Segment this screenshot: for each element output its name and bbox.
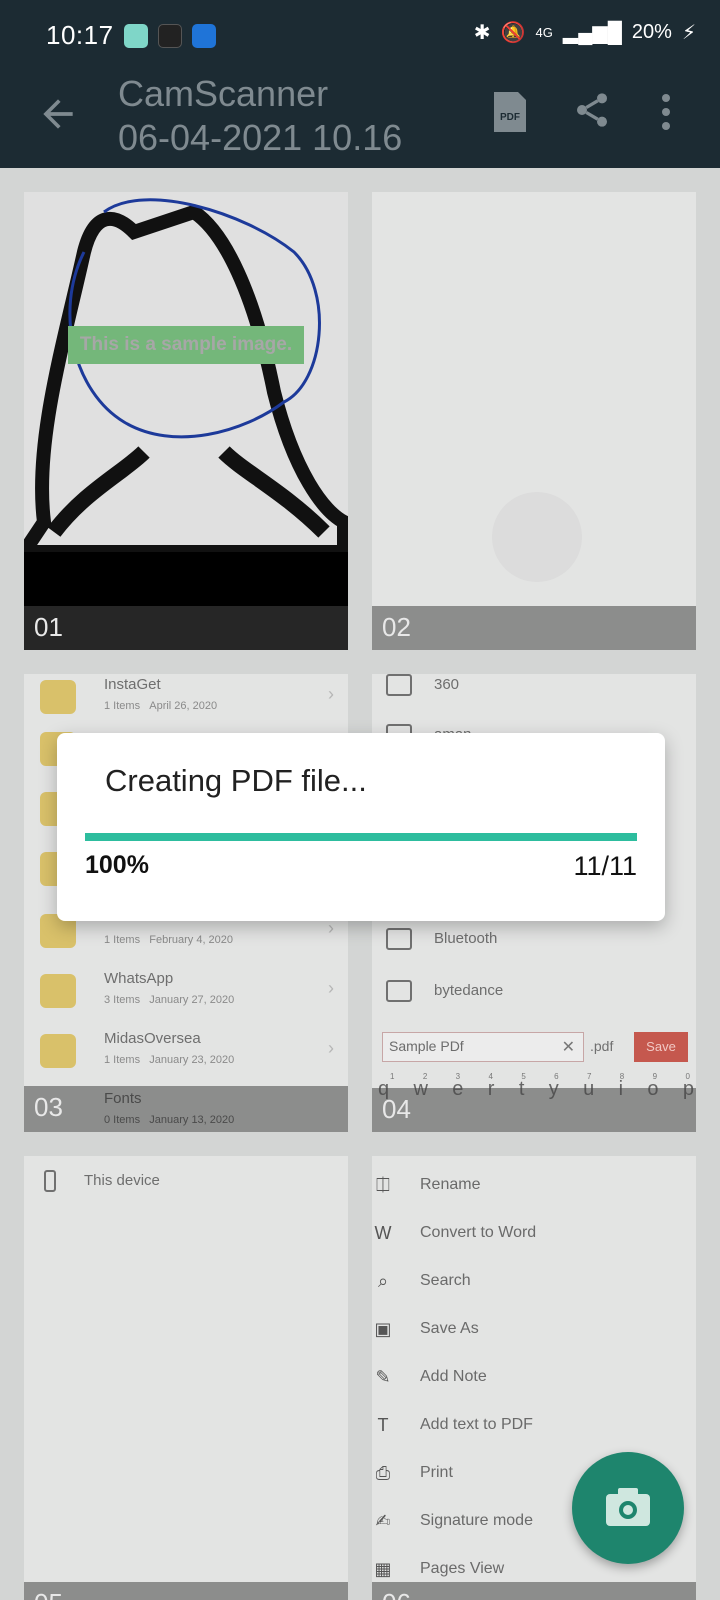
status-bar: 10:17 ✱ 🔕 4G ▂▄▆█ 20% ⚡ — [0, 0, 720, 72]
bluetooth-icon: ✱ — [473, 22, 491, 44]
app-bar: CamScanner 06-04-2021 10.16 PDF — [0, 72, 720, 168]
chevron-right-icon: › — [328, 918, 334, 938]
document-title: CamScanner 06-04-2021 10.16 — [118, 72, 402, 160]
save-button: Save — [634, 1032, 688, 1062]
grid-icon: ▦ — [374, 1559, 392, 1579]
page-thumbnail[interactable]: This device 05 — [24, 1156, 348, 1600]
folder-meta: 3 Items January 27, 2020 — [104, 994, 235, 1006]
folder-name: WhatsApp — [104, 970, 174, 987]
signature-icon: ✍ — [375, 1511, 391, 1531]
progress-bar — [85, 833, 637, 841]
page-number: 02 — [372, 606, 696, 650]
folder-icon — [40, 1034, 76, 1068]
save-icon: ▣ — [374, 1319, 392, 1339]
menu-item-label: Pages View — [420, 1560, 505, 1577]
pdf-icon[interactable]: PDF — [492, 90, 528, 134]
menu-item-label: Print — [420, 1464, 453, 1481]
list-item: InstaGet 1 Items April 26, 2020 › — [40, 676, 340, 736]
list-item: MidasOversea 1 Items January 23, 2020 › — [40, 1030, 340, 1090]
more-options-icon[interactable] — [660, 92, 672, 132]
page-image — [24, 192, 348, 650]
folder-name: bytedance — [434, 982, 504, 999]
list-item: WhatsApp 3 Items January 27, 2020 › — [40, 970, 340, 1030]
page-number: 04 — [372, 1088, 696, 1132]
status-right: ✱ 🔕 4G ▂▄▆█ 20% ⚡ — [474, 20, 696, 45]
phone-icon — [44, 1170, 56, 1192]
folder-name: Fonts — [104, 1090, 142, 1107]
print-icon: ⎙ — [375, 1463, 391, 1483]
page-number: 03 Fonts 0 Items January 13, 2020 — [24, 1086, 348, 1132]
menu-item: T Add text to PDF — [372, 1408, 696, 1448]
folder-icon — [386, 674, 412, 696]
menu-item-label: Signature mode — [420, 1512, 533, 1529]
menu-item-label: Add text to PDF — [420, 1416, 533, 1433]
menu-item: ✎ Add Note — [372, 1360, 696, 1400]
network-type: 4G — [535, 25, 553, 40]
folder-icon — [386, 980, 412, 1002]
page-number-text: 03 — [34, 1092, 63, 1122]
menu-item: ⎅ Rename — [372, 1168, 696, 1208]
app-notification-icon — [124, 24, 148, 48]
folder-icon — [40, 680, 76, 714]
device-label: This device — [84, 1171, 160, 1189]
folder-meta: 0 Items January 13, 2020 — [104, 1114, 235, 1126]
menu-item-label: Convert to Word — [420, 1224, 537, 1241]
menu-item-label: Save As — [420, 1320, 479, 1337]
folder-name: 360 — [434, 676, 460, 693]
page-image — [492, 492, 582, 582]
rename-icon: ⎅ — [375, 1175, 391, 1195]
menu-item: ⌕ Search — [372, 1264, 696, 1304]
menu-item: W Convert to Word — [372, 1216, 696, 1256]
chevron-right-icon: › — [328, 978, 334, 998]
mute-icon: 🔕 — [500, 22, 526, 44]
page-thumbnail[interactable]: This is a sample image. 01 — [24, 192, 348, 650]
camera-icon — [606, 1488, 650, 1526]
app-notification-icon — [158, 24, 182, 48]
progress-dialog: Creating PDF file... 100% 11/11 — [57, 733, 665, 921]
menu-item-label: Add Note — [420, 1368, 487, 1385]
page-number: 01 — [24, 606, 348, 650]
filename-value: Sample PDf — [389, 1038, 464, 1054]
filename-field: Sample PDf ✕ — [382, 1032, 584, 1062]
battery-percent: 20% — [631, 21, 672, 43]
charging-icon: ⚡ — [681, 22, 696, 44]
sample-image-label: This is a sample image. — [68, 326, 304, 364]
page-thumbnail[interactable]: 02 — [372, 192, 696, 650]
file-extension: .pdf — [590, 1038, 614, 1054]
camera-button[interactable] — [572, 1452, 684, 1564]
dialog-title: Creating PDF file... — [105, 763, 367, 798]
document-date: 06-04-2021 10.16 — [118, 117, 403, 158]
signal-icon: ▂▄▆█ — [562, 22, 622, 44]
text-icon: T — [377, 1415, 389, 1435]
progress-fill — [85, 833, 637, 841]
progress-percent: 100% — [85, 851, 149, 879]
back-arrow-icon[interactable] — [36, 92, 80, 136]
device-item: This device — [44, 1170, 160, 1192]
pdf-icon-label: PDF — [500, 112, 520, 123]
clear-icon: ✕ — [561, 1039, 575, 1056]
folder-icon — [40, 974, 76, 1008]
folder-meta: 1 Items January 23, 2020 — [104, 1054, 235, 1066]
app-name: CamScanner — [118, 73, 329, 114]
folder-icon — [386, 928, 412, 950]
menu-item-label: Rename — [420, 1176, 481, 1193]
progress-count: 11/11 — [573, 851, 637, 881]
chevron-right-icon: › — [328, 1038, 334, 1058]
page-number: 05 — [24, 1582, 348, 1600]
folder-name: Bluetooth — [434, 930, 498, 947]
share-icon[interactable] — [572, 90, 612, 130]
usb-icon — [192, 24, 216, 48]
status-time: 10:17 — [46, 20, 114, 50]
search-icon: ⌕ — [377, 1271, 389, 1291]
menu-item: ▣ Save As — [372, 1312, 696, 1352]
folder-name: MidasOversea — [104, 1030, 201, 1047]
word-icon: W — [374, 1223, 392, 1243]
folder-meta: 1 Items February 4, 2020 — [104, 934, 234, 946]
menu-item-label: Search — [420, 1272, 471, 1289]
chevron-right-icon: › — [328, 684, 334, 704]
page-number: 06 — [372, 1582, 696, 1600]
note-icon: ✎ — [375, 1367, 391, 1387]
folder-meta: 1 Items April 26, 2020 — [104, 700, 218, 712]
folder-name: InstaGet — [104, 676, 161, 693]
